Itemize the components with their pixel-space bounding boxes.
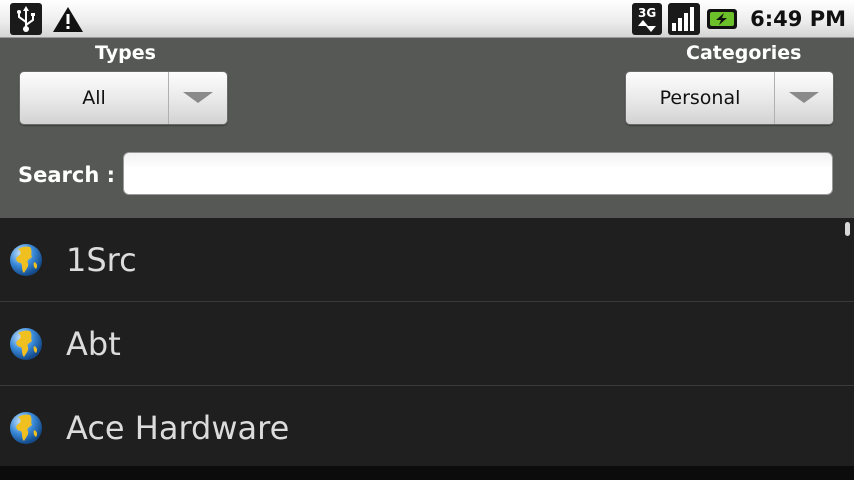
network-type-label: 3G	[638, 5, 657, 20]
list-item-name: 1Src	[66, 240, 137, 279]
categories-spinner[interactable]: Personal	[625, 71, 834, 125]
chevron-down-icon	[168, 72, 227, 124]
status-time: 6:49 PM	[750, 7, 846, 31]
globe-icon	[10, 327, 42, 360]
warning-icon	[52, 3, 84, 35]
chevron-down-icon	[774, 72, 833, 124]
categories-label: Categories	[686, 42, 802, 64]
globe-icon	[10, 411, 42, 444]
status-bar-right: 3G 6:49 PM	[632, 3, 846, 35]
search-input[interactable]	[123, 152, 833, 195]
categories-spinner-value: Personal	[659, 87, 741, 109]
site-list: 1Src Abt Ace Hardware	[0, 218, 854, 480]
list-bottom-edge	[0, 466, 854, 480]
status-bar: 3G 6:49 PM	[0, 0, 854, 38]
signal-icon	[668, 3, 701, 35]
types-spinner[interactable]: All	[19, 71, 228, 125]
list-scrollbar[interactable]	[845, 222, 850, 236]
filter-panel: Types All Categories Personal Search :	[0, 38, 854, 218]
search-label: Search :	[18, 163, 116, 187]
types-label: Types	[95, 42, 156, 64]
status-bar-left	[10, 3, 84, 35]
list-item-name: Ace Hardware	[66, 408, 290, 447]
globe-icon	[10, 243, 42, 276]
list-item[interactable]: 1Src	[0, 218, 854, 302]
battery-charging-icon	[706, 3, 740, 35]
list-item[interactable]: Abt	[0, 302, 854, 386]
types-spinner-value: All	[82, 87, 106, 109]
list-item[interactable]: Ace Hardware	[0, 386, 854, 470]
network-3g-icon: 3G	[632, 3, 663, 35]
list-item-name: Abt	[66, 324, 121, 363]
usb-icon	[10, 3, 42, 35]
